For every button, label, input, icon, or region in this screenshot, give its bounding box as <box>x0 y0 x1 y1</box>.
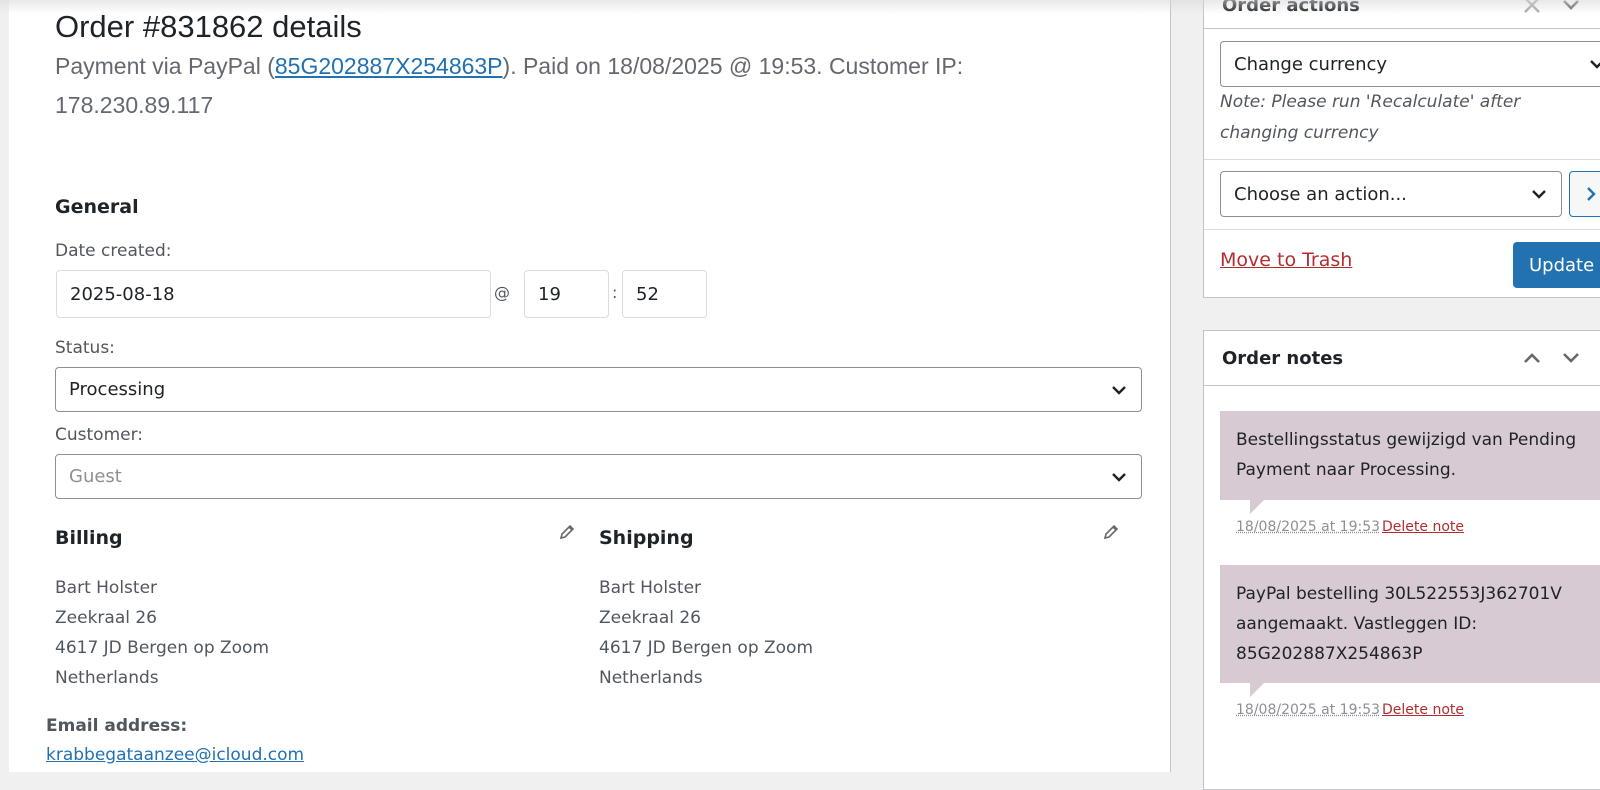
order-notes-header: Order notes <box>1204 331 1600 386</box>
apply-action-button[interactable] <box>1569 171 1600 217</box>
payment-meta: Payment via PayPal (85G202887X254863P). … <box>55 47 1015 125</box>
order-actions-box: Order actions Change currency Note: Plea… <box>1203 0 1600 298</box>
update-button[interactable]: Update <box>1513 242 1600 288</box>
delete-note-link[interactable]: Delete note <box>1382 519 1464 535</box>
status-label: Status: <box>55 338 115 358</box>
billing-heading: Billing <box>55 527 123 549</box>
minute-input[interactable]: 52 <box>622 270 707 318</box>
status-value: Processing <box>69 379 165 400</box>
shipping-line: 4617 JD Bergen op Zoom <box>599 633 813 663</box>
shipping-heading: Shipping <box>599 527 694 549</box>
transaction-link[interactable]: 85G202887X254863P <box>275 53 503 79</box>
shipping-line: Zeekraal 26 <box>599 603 813 633</box>
currency-note: Note: Please run 'Recalculate' after cha… <box>1220 87 1580 149</box>
shipping-line: Netherlands <box>599 663 813 693</box>
email-label: Email address: <box>46 716 187 736</box>
date-created-label: Date created: <box>55 241 172 261</box>
payment-prefix: Payment via PayPal ( <box>55 53 275 79</box>
divider <box>1204 229 1600 230</box>
shipping-line: Bart Holster <box>599 573 813 603</box>
note-tail <box>1250 500 1264 514</box>
chevron-down-icon <box>1109 380 1129 400</box>
delete-note-link[interactable]: Delete note <box>1382 702 1464 718</box>
order-title: Order #831862 details <box>55 8 362 46</box>
billing-address: Bart Holster Zeekraal 26 4617 JD Bergen … <box>55 573 269 693</box>
billing-line: Zeekraal 26 <box>55 603 269 633</box>
general-heading: General <box>55 196 139 218</box>
pencil-icon[interactable] <box>558 523 576 541</box>
note-tail <box>1250 683 1264 697</box>
order-actions-title: Order actions <box>1222 0 1360 16</box>
order-action-select-label: Choose an action... <box>1234 184 1407 205</box>
order-actions-header: Order actions <box>1204 0 1600 29</box>
order-notes-title: Order notes <box>1222 348 1343 369</box>
chevron-down-icon <box>1529 184 1549 204</box>
customer-value: Guest <box>69 466 122 487</box>
chevron-down-icon <box>1109 467 1129 487</box>
order-note-text: PayPal bestelling 30L522553J362701V aang… <box>1236 584 1562 664</box>
move-to-trash-link[interactable]: Move to Trash <box>1220 249 1352 271</box>
shipping-address: Bart Holster Zeekraal 26 4617 JD Bergen … <box>599 573 813 693</box>
date-created-input[interactable]: 2025-08-18 <box>56 270 491 318</box>
colon-separator: : <box>612 283 617 302</box>
order-action-select[interactable]: Choose an action... <box>1220 171 1562 217</box>
email-link[interactable]: krabbegataanzee@icloud.com <box>46 745 304 765</box>
customer-label: Customer: <box>55 425 143 445</box>
billing-line: Netherlands <box>55 663 269 693</box>
order-notes-box: Order notes Bestellingsstatus gewijzigd … <box>1203 330 1600 790</box>
currency-select[interactable]: Change currency <box>1220 41 1600 87</box>
order-note-text: Bestellingsstatus gewijzigd van Pending … <box>1236 430 1576 480</box>
chevron-down-icon <box>1587 54 1600 74</box>
at-separator: @ <box>494 283 510 302</box>
status-select[interactable]: Processing <box>55 367 1142 412</box>
order-note-meta: 18/08/2025 at 19:53 Delete note <box>1236 519 1464 535</box>
note-timestamp: 18/08/2025 at 19:53 <box>1236 702 1380 718</box>
order-note: Bestellingsstatus gewijzigd van Pending … <box>1220 411 1600 500</box>
currency-select-label: Change currency <box>1234 54 1387 75</box>
chevron-down-icon[interactable] <box>1559 0 1583 17</box>
order-data-panel: Order #831862 details Payment via PayPal… <box>9 0 1171 772</box>
chevron-down-icon[interactable] <box>1559 346 1583 370</box>
customer-select[interactable]: Guest <box>55 454 1142 499</box>
chevron-up-icon[interactable] <box>1520 346 1544 370</box>
chevron-right-icon <box>1582 185 1600 203</box>
note-timestamp: 18/08/2025 at 19:53 <box>1236 519 1380 535</box>
divider <box>1204 159 1600 160</box>
order-note-meta: 18/08/2025 at 19:53 Delete note <box>1236 702 1464 718</box>
pencil-icon[interactable] <box>1102 523 1120 541</box>
hour-input[interactable]: 19 <box>524 270 609 318</box>
billing-line: Bart Holster <box>55 573 269 603</box>
order-note: PayPal bestelling 30L522553J362701V aang… <box>1220 565 1600 683</box>
billing-line: 4617 JD Bergen op Zoom <box>55 633 269 663</box>
close-icon[interactable] <box>1520 0 1544 17</box>
